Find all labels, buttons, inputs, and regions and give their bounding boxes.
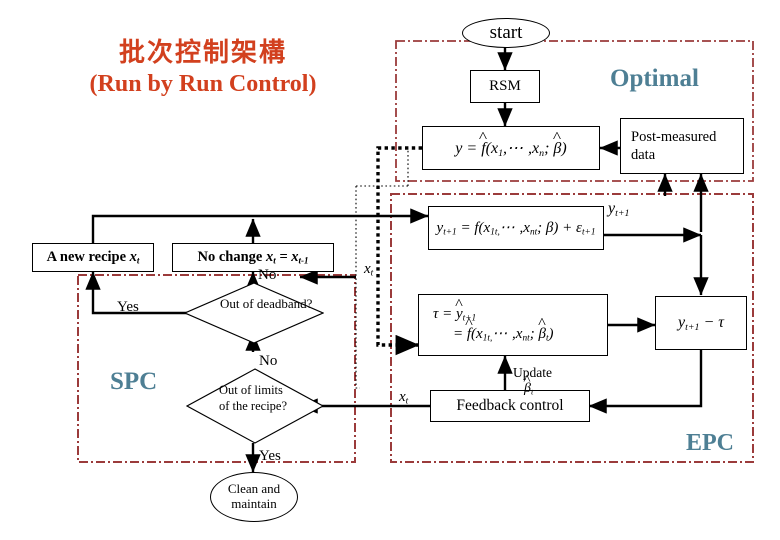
- node-decision-deadband[interactable]: [184, 282, 324, 344]
- edge-label-yes-deadband: Yes: [117, 299, 139, 315]
- node-no-change[interactable]: No change xt = xt-1: [172, 243, 334, 272]
- node-error-equation: yt+1 − τ: [677, 313, 725, 333]
- node-tau-line-2: = f(x1t,⋯ ,xnt; βt): [433, 324, 554, 344]
- dotted-thin-path: [355, 186, 360, 389]
- node-response-model-equation: yt+1 = f(x1t,⋯ ,xnt; β) + εt+1: [436, 220, 596, 238]
- arrow-recipe-bus: [91, 208, 429, 243]
- node-decision-deadband-label: Out of deadband?: [220, 296, 313, 311]
- title-chinese: 批次控制架構: [118, 38, 287, 67]
- node-static-model[interactable]: y = f(x1,⋯ ,xn; β): [422, 126, 600, 170]
- node-new-recipe[interactable]: A new recipe xt: [32, 243, 154, 272]
- node-static-model-equation: y = f(x1,⋯ ,xn; β): [455, 138, 566, 159]
- node-response-model[interactable]: yt+1 = f(x1t,⋯ ,xnt; β) + εt+1: [428, 206, 604, 250]
- node-feedback-control[interactable]: Feedback control: [430, 390, 590, 422]
- arrow-error-to-feedback: [588, 350, 703, 414]
- edge-label-no-limits: No: [259, 353, 278, 369]
- edge-label-no-deadband: No: [258, 267, 277, 283]
- region-label-epc: EPC: [686, 430, 734, 456]
- node-error[interactable]: yt+1 − τ: [655, 296, 747, 350]
- edge-label-update: Update: [513, 365, 552, 380]
- node-clean-maintain[interactable]: Clean and maintain: [210, 472, 298, 522]
- dotted-thick-feedback: [376, 146, 422, 356]
- node-no-change-label: No change xt = xt-1: [197, 249, 309, 266]
- node-post-measured-data-label: Post-measured data: [631, 128, 717, 163]
- region-label-optimal: Optimal: [610, 65, 699, 92]
- edge-label-xt-lower: xt: [399, 389, 409, 407]
- node-tau-model[interactable]: τ = yt+1 = f(x1t,⋯ ,xnt; βt): [418, 294, 608, 356]
- region-label-spc: SPC: [110, 368, 158, 395]
- node-rsm[interactable]: RSM: [470, 70, 540, 103]
- edge-label-y-t1: yt+1: [608, 200, 630, 219]
- edge-label-yes-limits: Yes: [259, 448, 281, 464]
- page-title: 批次控制架構 (Run by Run Control): [38, 36, 368, 100]
- edge-label-xt-upper: xt: [364, 261, 374, 279]
- title-english: (Run by Run Control): [89, 71, 317, 98]
- edge-label-update-beta: βt: [524, 381, 533, 397]
- diagram-canvas: 批次控制架構 (Run by Run Control) Optimal EPC …: [0, 0, 780, 540]
- node-new-recipe-label: A new recipe xt: [46, 249, 140, 266]
- node-start[interactable]: start: [462, 18, 550, 48]
- node-post-measured-data[interactable]: Post-measured data: [620, 118, 744, 174]
- node-decision-limits-label: Out of limits of the recipe?: [219, 383, 288, 413]
